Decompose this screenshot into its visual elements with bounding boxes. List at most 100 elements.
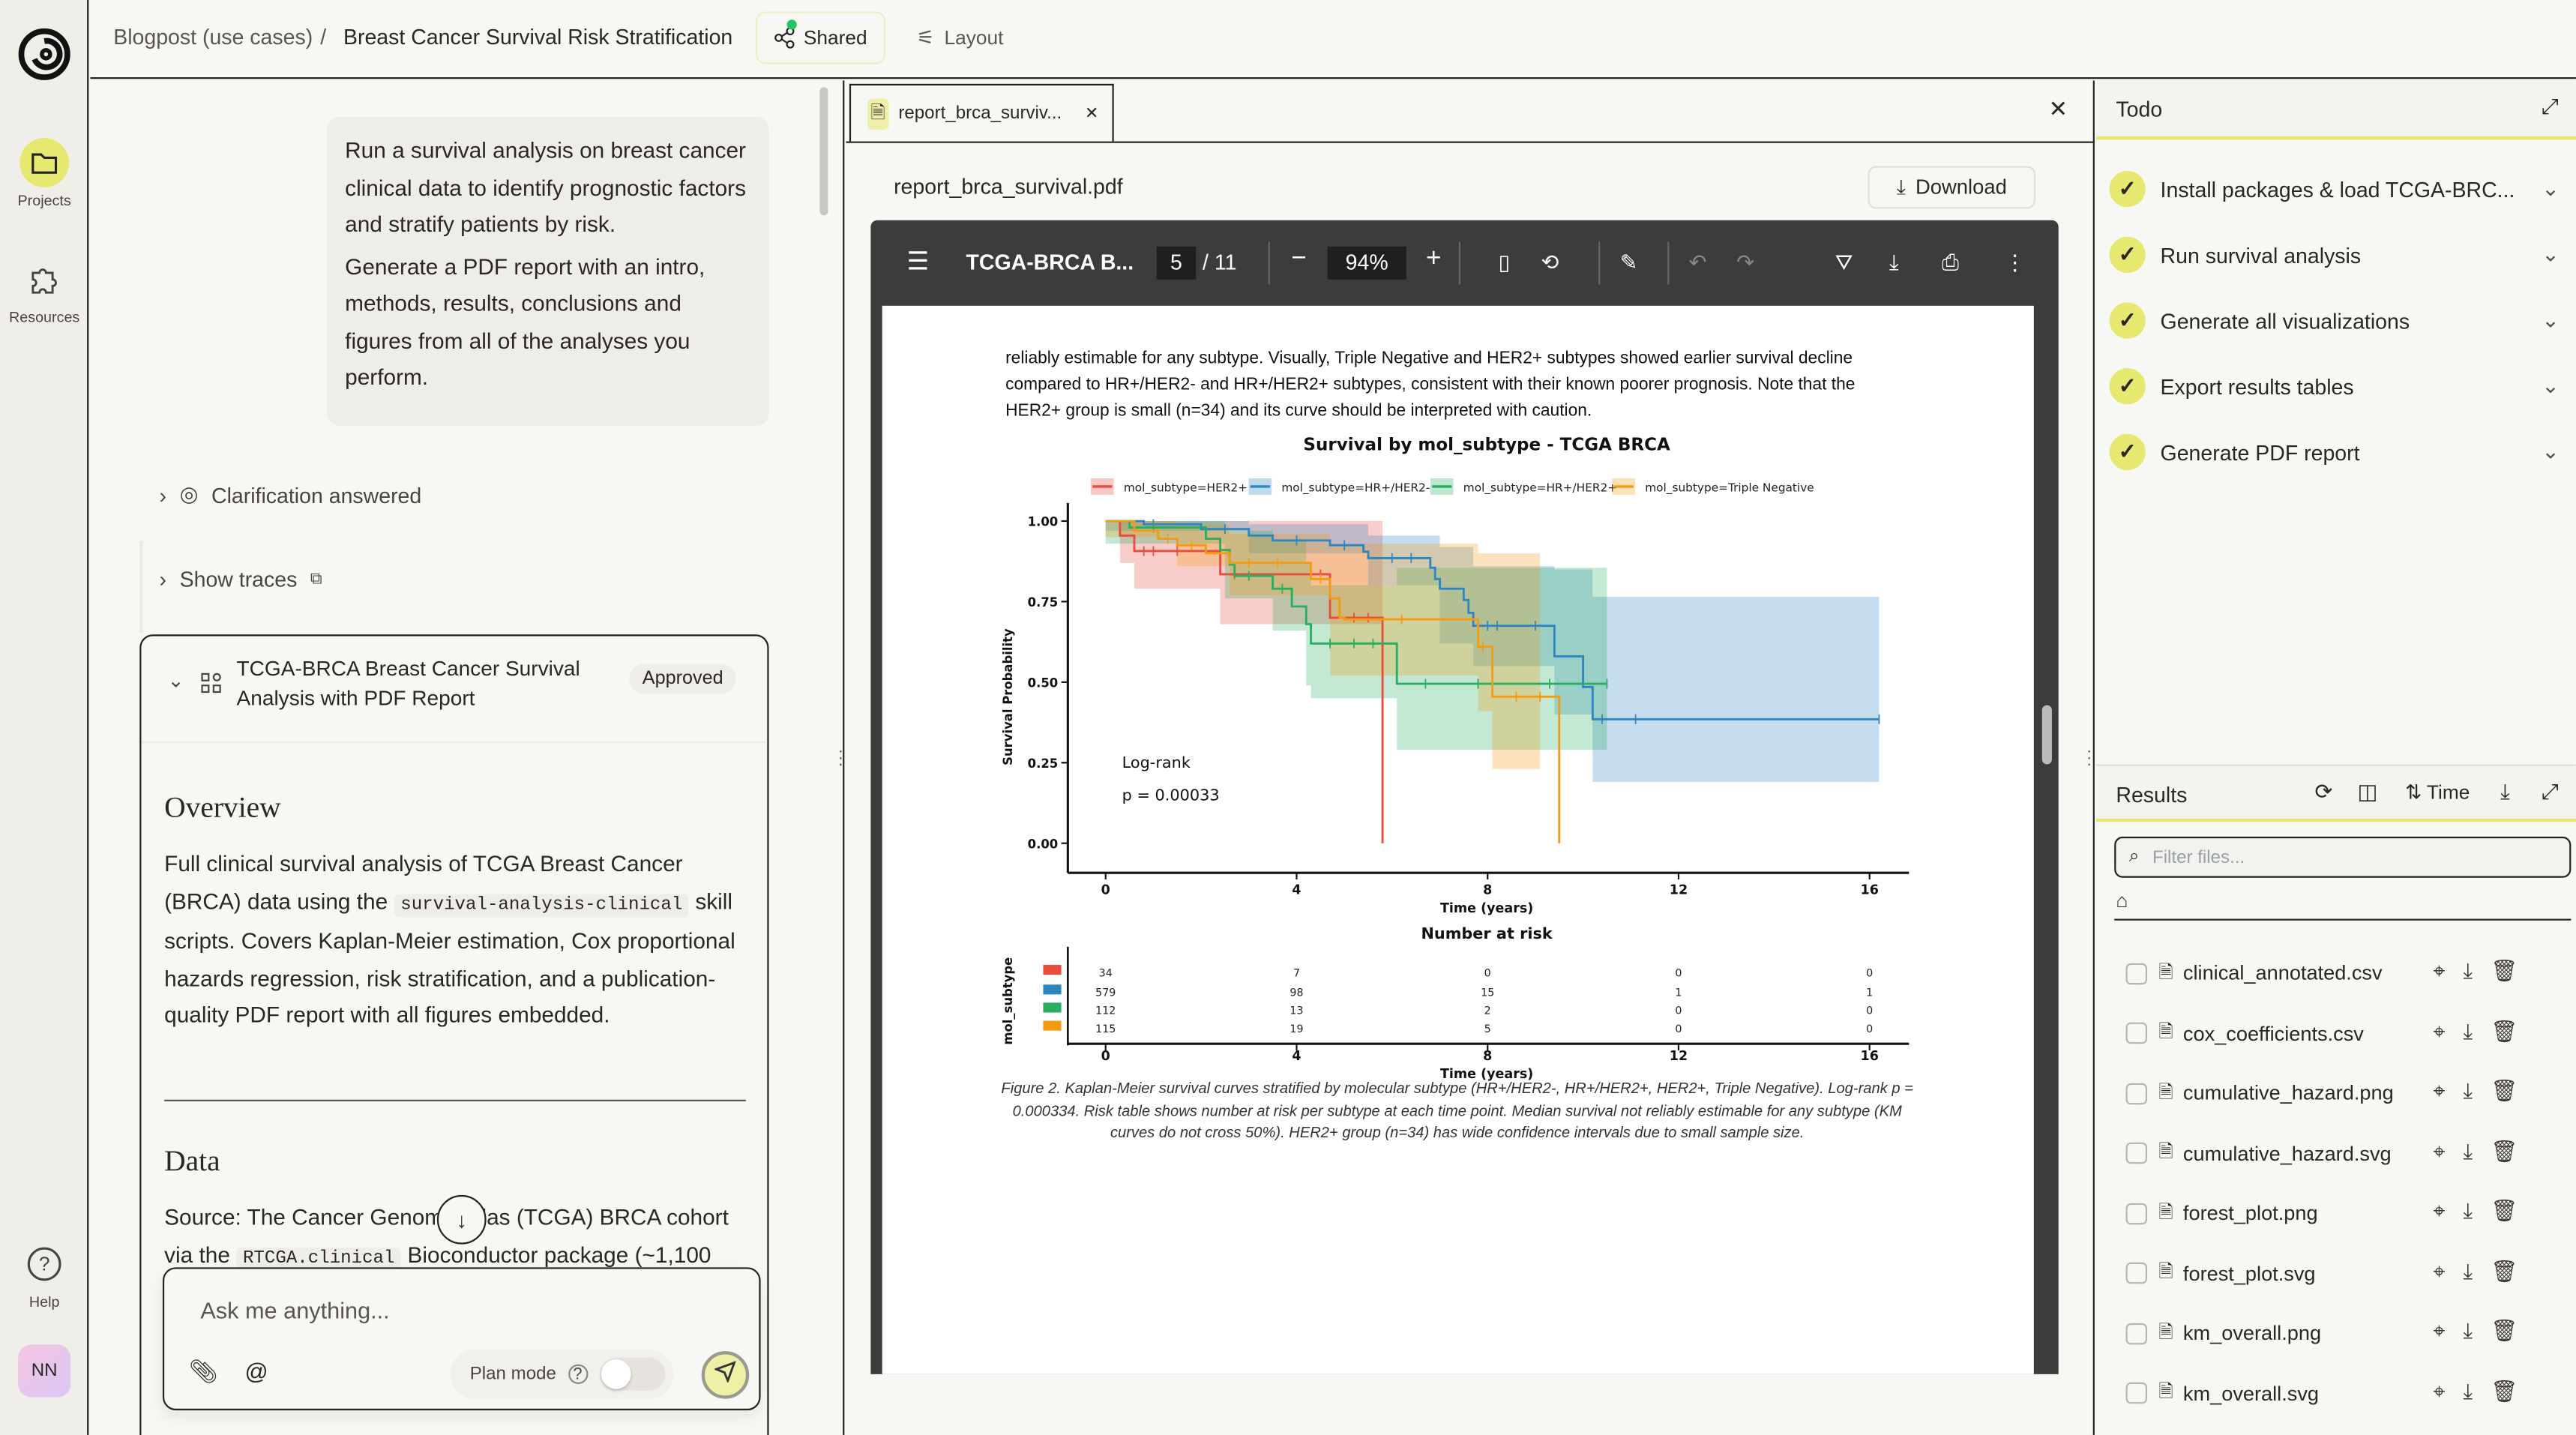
trash-icon[interactable]: 🗑︎: [2491, 1138, 2518, 1164]
download-all-icon[interactable]: ⤓: [2500, 779, 2510, 805]
chevron-down-icon[interactable]: ⌄: [168, 669, 184, 692]
trash-icon[interactable]: 🗑︎: [2491, 958, 2518, 984]
layout-button[interactable]: ⚟ Layout: [917, 26, 1004, 49]
locate-icon[interactable]: ⌖: [2433, 1138, 2445, 1164]
file-checkbox[interactable]: [2125, 1322, 2148, 1344]
pdf-scrollbar[interactable]: [2041, 705, 2052, 765]
download-icon[interactable]: ⤓: [2463, 1138, 2473, 1164]
file-checkbox[interactable]: [2125, 1262, 2148, 1284]
sort-button[interactable]: ⇅ Time: [2405, 780, 2470, 804]
more-icon[interactable]: ⋮: [2004, 250, 2025, 276]
copy-icon[interactable]: ⧉: [310, 571, 322, 589]
expand-icon[interactable]: ⤢: [2542, 779, 2559, 805]
zoom-level[interactable]: 94%: [1327, 246, 1406, 280]
scroll-down-button[interactable]: ↓: [436, 1194, 487, 1245]
file-row[interactable]: 🗎︎ cox_coefficients.csv ⌖ ⤓ 🗑︎: [2125, 1017, 2570, 1050]
file-row[interactable]: 🗎︎ forest_plot.svg ⌖ ⤓ 🗑︎: [2125, 1257, 2570, 1290]
close-panel-icon[interactable]: ✕: [2049, 95, 2068, 123]
help-icon[interactable]: ?: [568, 1364, 588, 1385]
shared-button[interactable]: Shared: [755, 11, 886, 64]
trash-icon[interactable]: 🗑︎: [2491, 1018, 2518, 1044]
rotate-icon[interactable]: ⟲: [1541, 250, 1559, 276]
chevron-down-icon[interactable]: ⌄: [2542, 241, 2560, 268]
file-name[interactable]: forest_plot.png: [2183, 1202, 2318, 1225]
page-number-input[interactable]: 5: [1156, 246, 1197, 280]
add-text-icon[interactable]: ⛛: [1835, 250, 1853, 276]
download-button[interactable]: ⤓ Download: [1868, 166, 2036, 209]
user-avatar[interactable]: NN: [18, 1344, 71, 1398]
filter-files-input[interactable]: ⌕ Filter files...: [2114, 836, 2572, 878]
locate-icon[interactable]: ⌖: [2433, 1198, 2445, 1224]
resize-handle[interactable]: · · ·: [838, 744, 843, 773]
chat-input[interactable]: Ask me anything...: [200, 1297, 389, 1323]
locate-icon[interactable]: ⌖: [2433, 1018, 2445, 1044]
mention-icon[interactable]: @: [245, 1358, 268, 1384]
zoom-out-icon[interactable]: −: [1291, 245, 1306, 274]
locate-icon[interactable]: ⌖: [2433, 958, 2445, 984]
file-row[interactable]: 🗎︎ cumulative_hazard.svg ⌖ ⤓ 🗑︎: [2125, 1137, 2570, 1170]
locate-icon[interactable]: ⌖: [2433, 1078, 2445, 1104]
locate-icon[interactable]: ⌖: [2433, 1318, 2445, 1344]
trash-icon[interactable]: 🗑︎: [2491, 1318, 2518, 1344]
todo-item[interactable]: ✓ Export results tables ⌄: [2109, 365, 2570, 408]
todo-item[interactable]: ✓ Generate PDF report ⌄: [2109, 430, 2570, 473]
zoom-in-icon[interactable]: +: [1426, 245, 1441, 274]
chevron-down-icon[interactable]: ⌄: [2542, 307, 2560, 334]
file-checkbox[interactable]: [2125, 1142, 2148, 1164]
download-icon[interactable]: ⤓: [2463, 1378, 2473, 1404]
file-row[interactable]: 🗎︎ forest_plot.png ⌖ ⤓ 🗑︎: [2125, 1197, 2570, 1230]
undo-icon[interactable]: ↶: [1689, 250, 1707, 276]
locate-icon[interactable]: ⌖: [2433, 1378, 2445, 1404]
download-icon[interactable]: ⤓: [2463, 1018, 2473, 1044]
home-icon[interactable]: ⌂: [2116, 889, 2128, 912]
split-view-icon[interactable]: ◫: [2358, 779, 2378, 805]
app-logo[interactable]: [16, 26, 73, 91]
file-checkbox[interactable]: [2125, 1202, 2148, 1224]
file-row[interactable]: 🗎︎ km_overall.png ⌖ ⤓ 🗑︎: [2125, 1317, 2570, 1350]
redo-icon[interactable]: ↷: [1736, 250, 1754, 276]
file-checkbox[interactable]: [2125, 1382, 2148, 1404]
todo-item[interactable]: ✓ Run survival analysis ⌄: [2109, 233, 2570, 276]
rail-resources[interactable]: Resources: [0, 255, 88, 325]
tab-report[interactable]: 🗎︎ report_brca_surviv... ✕: [849, 83, 1114, 142]
refresh-icon[interactable]: ⟳: [2315, 779, 2333, 805]
print-icon[interactable]: ⎙: [1942, 250, 1959, 276]
todo-item[interactable]: ✓ Generate all visualizations ⌄: [2109, 299, 2570, 342]
file-name[interactable]: cumulative_hazard.svg: [2183, 1142, 2392, 1165]
trash-icon[interactable]: 🗑︎: [2491, 1378, 2518, 1404]
chevron-down-icon[interactable]: ⌄: [2542, 439, 2560, 465]
resize-handle[interactable]: · · ·: [2086, 744, 2092, 773]
tab-close-icon[interactable]: ✕: [1085, 104, 1098, 122]
chevron-down-icon[interactable]: ⌄: [2542, 176, 2560, 202]
file-name[interactable]: cumulative_hazard.png: [2183, 1082, 2394, 1105]
file-name[interactable]: clinical_annotated.csv: [2183, 962, 2383, 985]
file-checkbox[interactable]: [2125, 1022, 2148, 1044]
file-checkbox[interactable]: [2125, 962, 2148, 984]
send-button[interactable]: [701, 1351, 750, 1399]
file-name[interactable]: cox_coefficients.csv: [2183, 1022, 2364, 1045]
file-row[interactable]: 🗎︎ km_overall.svg ⌖ ⤓ 🗑︎: [2125, 1377, 2570, 1410]
download-icon[interactable]: ⤓: [2463, 1198, 2473, 1224]
annotate-icon[interactable]: ✎: [1620, 250, 1638, 276]
pdf-download-icon[interactable]: ⤓: [1889, 250, 1899, 276]
paperclip-icon[interactable]: 📎︎: [189, 1358, 218, 1386]
chevron-down-icon[interactable]: ⌄: [2542, 373, 2560, 400]
fit-page-icon[interactable]: ▯: [1498, 250, 1510, 276]
file-name[interactable]: km_overall.png: [2183, 1322, 2321, 1345]
clarification-row[interactable]: › ◎ Clarification answered: [160, 481, 422, 508]
todo-item[interactable]: ✓ Install packages & load TCGA-BRC... ⌄: [2109, 168, 2570, 211]
file-row[interactable]: 🗎︎ cumulative_hazard.png ⌖ ⤓ 🗑︎: [2125, 1077, 2570, 1110]
download-icon[interactable]: ⤓: [2463, 1318, 2473, 1344]
file-checkbox[interactable]: [2125, 1082, 2148, 1104]
trash-icon[interactable]: 🗑︎: [2491, 1198, 2518, 1224]
menu-icon[interactable]: ☰: [907, 247, 929, 276]
rail-projects[interactable]: Projects: [0, 138, 88, 208]
rail-help[interactable]: ? Help: [0, 1239, 88, 1310]
trash-icon[interactable]: 🗑︎: [2491, 1078, 2518, 1104]
file-name[interactable]: forest_plot.svg: [2183, 1262, 2316, 1285]
locate-icon[interactable]: ⌖: [2433, 1258, 2445, 1284]
file-row[interactable]: 🗎︎ clinical_annotated.csv ⌖ ⤓ 🗑︎: [2125, 957, 2570, 990]
expand-icon[interactable]: ⤢: [2542, 94, 2559, 120]
trash-icon[interactable]: 🗑︎: [2491, 1258, 2518, 1284]
show-traces-row[interactable]: › Show traces ⧉: [160, 567, 322, 592]
